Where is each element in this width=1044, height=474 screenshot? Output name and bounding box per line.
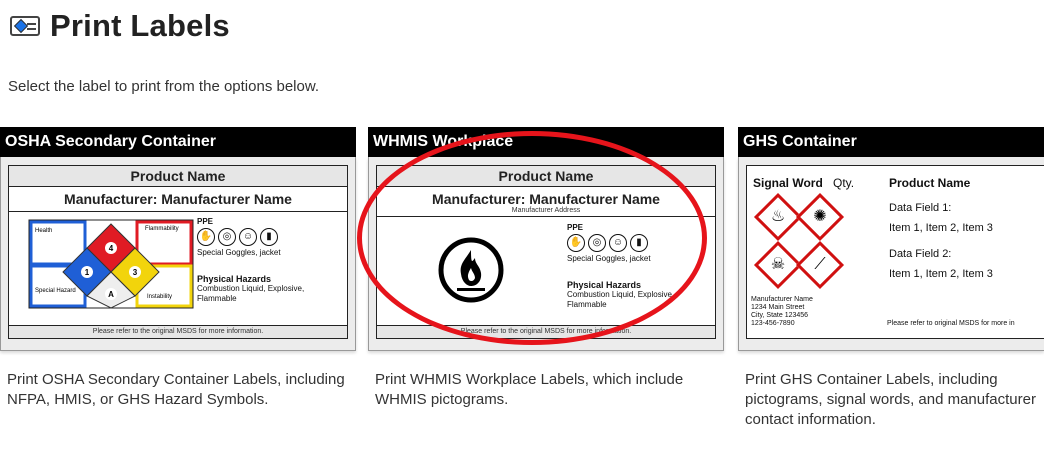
osha-description: Print OSHA Secondary Container Labels, i…: [7, 371, 345, 408]
data-field-2-items: Item 1, Item 2, Item 3: [889, 268, 993, 280]
label-footnote: Please refer to the original MSDS for mo…: [9, 325, 347, 338]
data-field-1-items: Item 1, Item 2, Item 3: [889, 222, 993, 234]
skull-pictogram-icon: ☠: [753, 240, 803, 290]
product-name: Product Name: [377, 166, 715, 187]
label-footnote: Please refer to the original MSDS for mo…: [377, 325, 715, 338]
nfpa-instability-label: Instability: [147, 294, 172, 300]
flame-pictogram-icon: [438, 237, 504, 303]
label-preview[interactable]: Signal Word Qty. Product Name ♨ ✺ ☠ ⟋ Da…: [738, 157, 1044, 351]
goggles-icon: ◎: [218, 228, 236, 246]
ppe-icons: ✋ ◎ ☺ ▮: [197, 228, 281, 246]
card-header[interactable]: GHS Container: [738, 127, 1044, 157]
nfpa-flammability-label: Flammability: [145, 226, 179, 232]
qty-label: Qty.: [833, 176, 855, 190]
gas-cylinder-pictogram-icon: ⟋: [795, 240, 845, 290]
ppe-icons: ✋ ◎ ☺ ▮: [567, 234, 651, 252]
data-field-1-title: Data Field 1:: [889, 202, 952, 214]
apron-icon: ▮: [260, 228, 278, 246]
phys-title: Physical Hazards: [567, 280, 642, 290]
nfpa-right-value: 3: [133, 268, 138, 277]
whmis-label-sample: Product Name Manufacturer: Manufacturer …: [376, 165, 716, 339]
ppe-note: Special Goggles, jacket: [197, 248, 281, 257]
phys-text: Combustion Liquid, Explosive, Flammable: [567, 290, 675, 309]
nfpa-left-value: 1: [85, 268, 90, 277]
ghs-description: Print GHS Container Labels, including pi…: [745, 371, 1036, 428]
page-header: Print Labels: [6, 6, 230, 46]
mfr-name: Manufacturer Name: [751, 296, 813, 303]
apron-icon: ▮: [630, 234, 648, 252]
data-field-2-title: Data Field 2:: [889, 248, 952, 260]
gloves-icon: ✋: [197, 228, 215, 246]
osha-label-sample: Product Name Manufacturer: Manufacturer …: [8, 165, 348, 339]
ppe-section: PPE ✋ ◎ ☺ ▮ Special Goggles, jacket: [567, 223, 651, 263]
manufacturer-address: Manufacturer Address: [511, 207, 581, 214]
phys-title: Physical Hazards: [197, 274, 272, 284]
nfpa-special-label: Special Hazard: [35, 288, 76, 294]
gloves-icon: ✋: [567, 234, 585, 252]
whmis-description: Print WHMIS Workplace Labels, which incl…: [375, 371, 684, 408]
ppe-section: PPE ✋ ◎ ☺ ▮ Special Goggles, jacket: [197, 217, 281, 257]
nfpa-bottom-value: A: [108, 290, 114, 299]
page-title: Print Labels: [50, 8, 230, 43]
phys-text: Combustion Liquid, Explosive, Flammable: [197, 284, 305, 303]
mask-icon: ☺: [239, 228, 257, 246]
manufacturer-contact: Manufacturer Name 1234 Main Street City,…: [751, 296, 813, 328]
product-name: Product Name: [9, 166, 347, 187]
nfpa-diamond-icon: 4 1 3 A Health Flammability Special Haza…: [28, 219, 194, 309]
mfr-street: 1234 Main Street: [751, 304, 805, 311]
nfpa-top-value: 4: [109, 244, 114, 253]
card-header[interactable]: OSHA Secondary Container: [0, 127, 356, 157]
manufacturer-name: Manufacturer: Manufacturer Name: [64, 191, 292, 207]
physical-hazards: Physical Hazards Combustion Liquid, Expl…: [197, 274, 337, 304]
flame-pictogram-icon: ♨: [753, 192, 803, 242]
whmis-card[interactable]: WHMIS Workplace Product Name Manufacture…: [368, 127, 724, 351]
manufacturer-name: Manufacturer: Manufacturer Name: [432, 191, 660, 207]
label-preview[interactable]: Product Name Manufacturer: Manufacturer …: [368, 157, 724, 351]
page-subtitle: Select the label to print from the optio…: [8, 78, 320, 95]
label-preview[interactable]: Product Name Manufacturer: Manufacturer …: [0, 157, 356, 351]
mfr-city: City, State 123456: [751, 312, 809, 319]
explosion-pictogram-icon: ✺: [795, 192, 845, 242]
product-name: Product Name: [889, 176, 971, 190]
ghs-label-sample: Signal Word Qty. Product Name ♨ ✺ ☠ ⟋ Da…: [746, 165, 1044, 339]
label-icon: [10, 16, 40, 36]
goggles-icon: ◎: [588, 234, 606, 252]
signal-word: Signal Word: [753, 176, 823, 190]
ghs-card[interactable]: GHS Container Signal Word Qty. Product N…: [738, 127, 1044, 351]
nfpa-health-label: Health: [35, 228, 52, 234]
card-header[interactable]: WHMIS Workplace: [368, 127, 724, 157]
physical-hazards: Physical Hazards Combustion Liquid, Expl…: [567, 280, 707, 310]
mask-icon: ☺: [609, 234, 627, 252]
label-footnote: Please refer to original MSDS for more i…: [887, 320, 1015, 327]
osha-card[interactable]: OSHA Secondary Container Product Name Ma…: [0, 127, 356, 351]
ppe-title: PPE: [197, 217, 214, 226]
mfr-phone: 123-456-7890: [751, 320, 795, 327]
ppe-note: Special Goggles, jacket: [567, 254, 651, 263]
ppe-title: PPE: [567, 223, 584, 232]
